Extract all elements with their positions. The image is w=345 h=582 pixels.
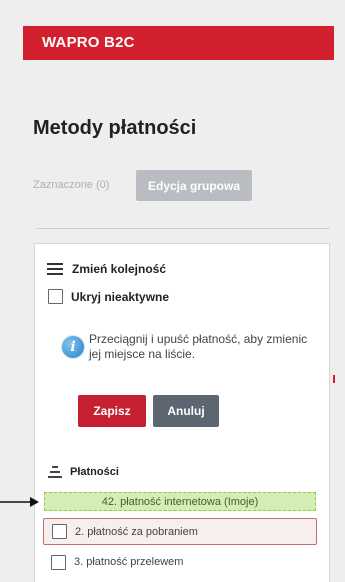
payments-heading: Płatności — [47, 464, 119, 480]
cancel-button[interactable]: Anuluj — [153, 395, 219, 427]
dragged-item-label: 42. płatność internetowa (Imoje) — [101, 495, 259, 508]
list-icon — [47, 263, 63, 275]
selected-count: Zaznaczone (0) — [33, 179, 110, 191]
item-label: 2. płatność za pobraniem — [75, 525, 198, 538]
payment-list-item[interactable]: 2. płatność za pobraniem — [43, 518, 317, 545]
hide-inactive-option[interactable]: Ukryj nieaktywne — [48, 289, 169, 304]
app-header: WAPRO B2C — [23, 26, 334, 60]
hide-inactive-checkbox[interactable] — [48, 289, 63, 304]
info-icon: i — [62, 336, 84, 358]
reorder-toggle[interactable]: Zmień kolejność — [47, 262, 166, 276]
item-checkbox[interactable] — [51, 554, 66, 570]
page-title: Metody płatności — [33, 117, 197, 139]
hide-inactive-label: Ukryj nieaktywne — [71, 289, 170, 304]
payments-heading-label: Płatności — [70, 466, 119, 478]
payment-list-item[interactable]: 3. płatność przelewem — [43, 549, 317, 575]
arrow-right-icon — [0, 497, 39, 507]
group-edit-button[interactable]: Edycja grupowa — [136, 170, 252, 201]
dragged-payment-item[interactable]: 42. płatność internetowa (Imoje) — [44, 492, 316, 511]
edge-marker — [333, 375, 335, 383]
item-checkbox[interactable] — [52, 524, 67, 539]
app-title: WAPRO B2C — [42, 34, 135, 51]
item-label: 3. płatność przelewem — [74, 556, 184, 568]
sort-icon — [47, 464, 63, 480]
info-message: Przeciągnij i upuść płatność, aby zmieni… — [89, 332, 308, 361]
save-button[interactable]: Zapisz — [78, 395, 146, 427]
divider — [36, 228, 330, 229]
reorder-label: Zmień kolejność — [72, 262, 167, 276]
